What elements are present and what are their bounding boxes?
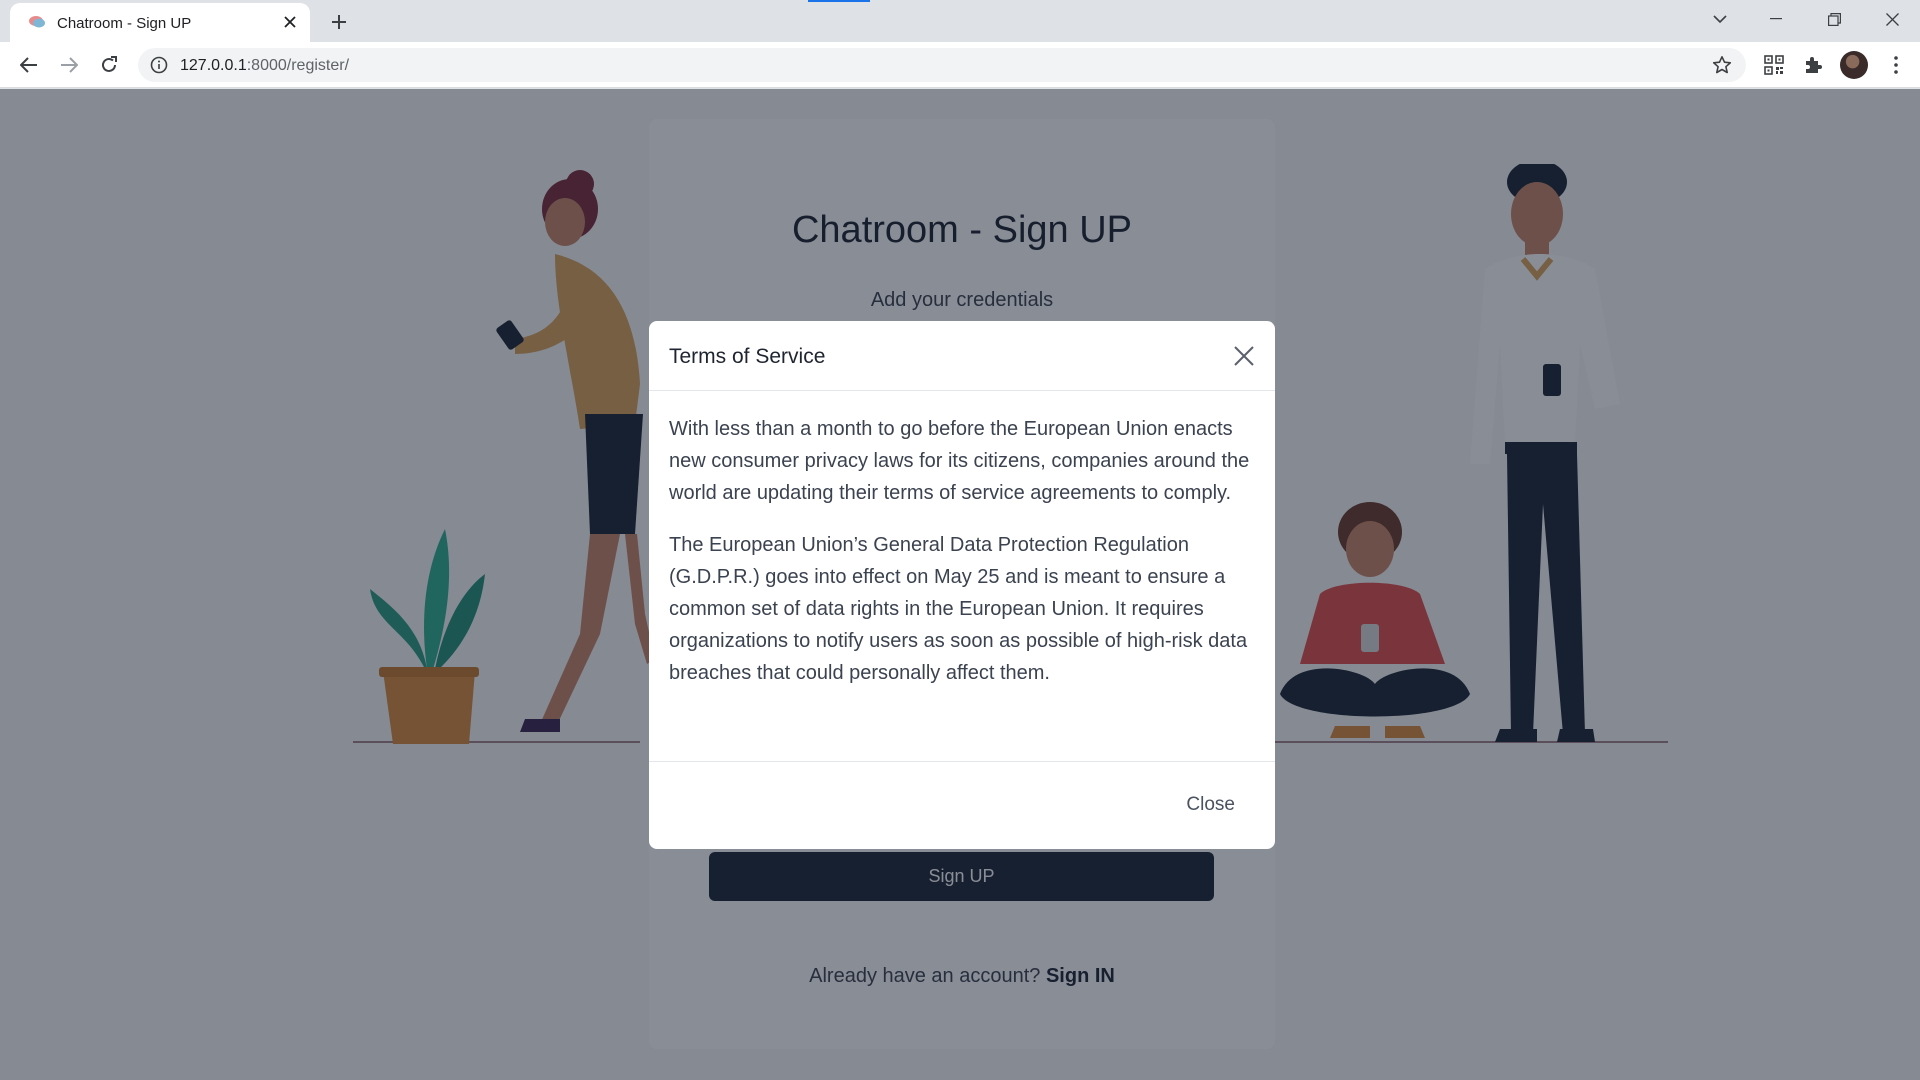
- address-bar[interactable]: 127.0.0.1:8000/register/: [138, 48, 1746, 82]
- modal-footer: Close: [649, 761, 1275, 849]
- window-close-icon[interactable]: [1864, 0, 1920, 38]
- tab-close-icon[interactable]: [280, 12, 300, 32]
- forward-arrow-icon[interactable]: [54, 50, 84, 80]
- browser-tabstrip: Chatroom - Sign UP: [0, 0, 1920, 42]
- chat-favicon-icon: [28, 14, 46, 30]
- modal-body: With less than a month to go before the …: [669, 413, 1259, 709]
- url-path: :8000/register/: [246, 57, 350, 74]
- reload-icon[interactable]: [94, 50, 124, 80]
- url-text[interactable]: 127.0.0.1:8000/register/: [180, 57, 349, 75]
- terms-of-service-modal: Terms of Service With less than a month …: [649, 321, 1275, 849]
- terms-paragraph-1: With less than a month to go before the …: [669, 418, 1250, 504]
- terms-paragraph-2: The European Union’s General Data Protec…: [669, 534, 1248, 684]
- profile-avatar[interactable]: [1840, 51, 1868, 79]
- url-host: 127.0.0.1: [180, 57, 247, 74]
- back-arrow-icon[interactable]: [14, 50, 44, 80]
- bookmark-star-icon[interactable]: [1712, 55, 1732, 75]
- browser-menu-icon[interactable]: [1884, 53, 1908, 77]
- page-viewport: Chatroom - Sign UP Add your credentials …: [0, 89, 1920, 1080]
- modal-header: Terms of Service: [649, 321, 1275, 391]
- tab-title: Chatroom - Sign UP: [57, 15, 192, 32]
- modal-close-icon[interactable]: [1231, 343, 1257, 369]
- restore-icon[interactable]: [1806, 0, 1862, 38]
- modal-title: Terms of Service: [669, 345, 826, 368]
- minimize-icon[interactable]: [1748, 0, 1804, 38]
- tab-search-indicator: [808, 0, 870, 2]
- extensions-puzzle-icon[interactable]: [1801, 53, 1825, 77]
- new-tab-button[interactable]: [326, 9, 352, 35]
- browser-toolbar: 127.0.0.1:8000/register/: [0, 42, 1920, 88]
- site-info-icon[interactable]: [150, 56, 168, 74]
- qr-code-extension-icon[interactable]: [1762, 53, 1786, 77]
- modal-close-button[interactable]: Close: [1186, 794, 1235, 816]
- browser-tab-active[interactable]: Chatroom - Sign UP: [10, 3, 310, 42]
- tab-search-chevron-icon[interactable]: [1692, 0, 1748, 38]
